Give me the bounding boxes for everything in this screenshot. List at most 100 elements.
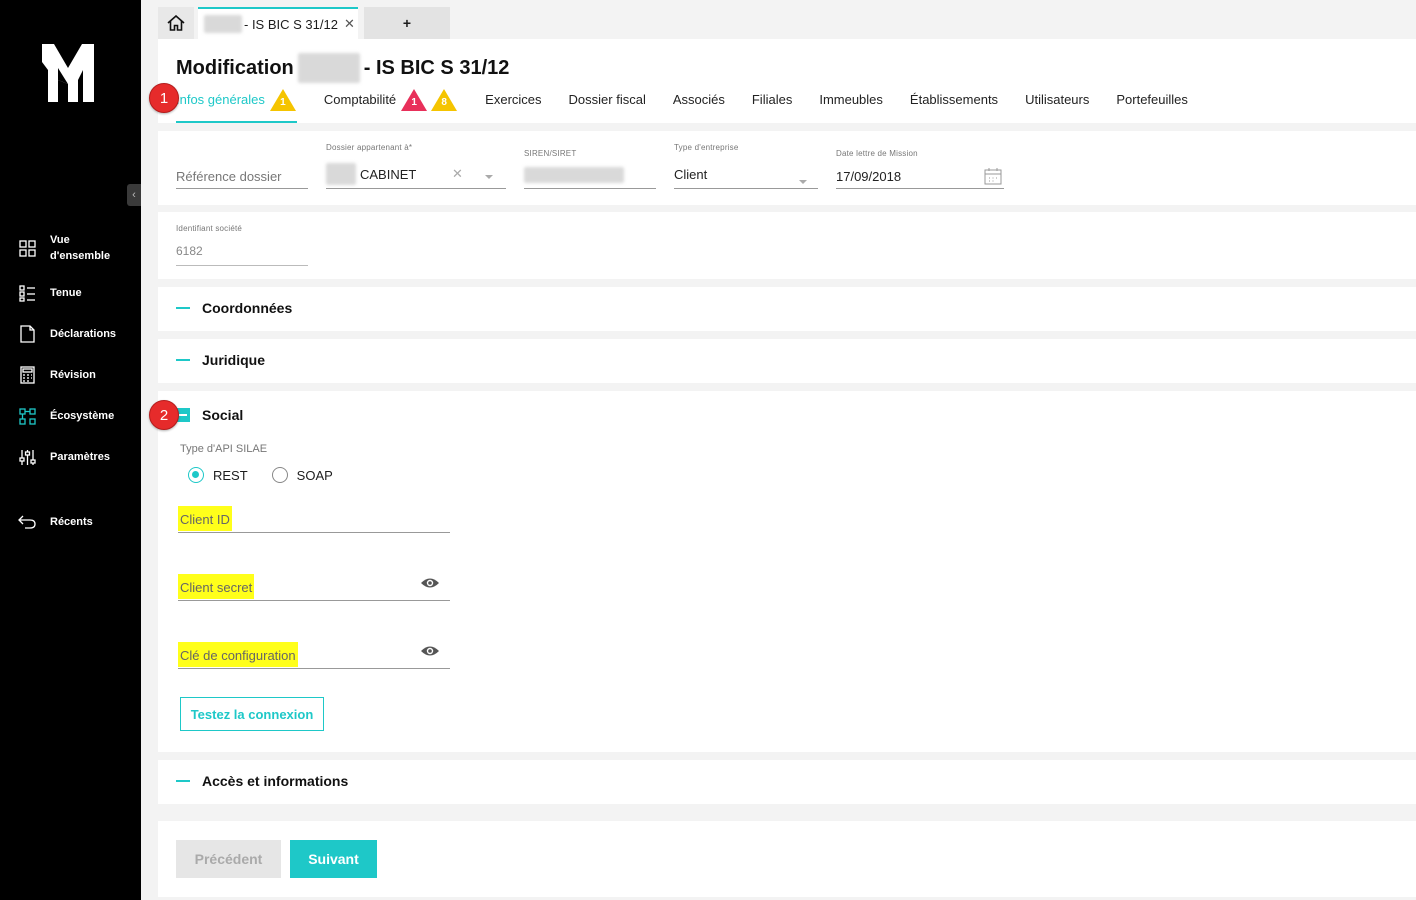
sidebar-item-declarations[interactable]: Déclarations — [18, 325, 130, 343]
tab-etablissements[interactable]: Établissements — [910, 89, 998, 123]
next-button[interactable]: Suivant — [290, 840, 377, 878]
calculator-icon — [18, 366, 36, 384]
radio-rest[interactable]: REST — [188, 467, 248, 483]
redacted-name — [326, 163, 356, 185]
tab-label: Infos générales — [176, 92, 265, 107]
error-icon: 1 — [400, 88, 428, 112]
add-tab-button[interactable]: + — [364, 7, 450, 39]
document-tabs: - IS BIC S 31/12 ✕ + — [158, 7, 450, 39]
warning-count: 8 — [441, 97, 447, 108]
date-lettre-mission-field[interactable]: Date lettre de Mission 17/09/2018 — [836, 149, 1004, 189]
sidebar-item-tenue[interactable]: Tenue — [18, 284, 130, 302]
step-badge-2: 2 — [149, 400, 179, 430]
previous-button[interactable]: Précédent — [176, 840, 281, 878]
sidebar-item-parametres[interactable]: Paramètres — [18, 448, 130, 466]
tab-portefeuilles[interactable]: Portefeuilles — [1116, 89, 1188, 123]
page-title-suffix: - IS BIC S 31/12 — [363, 56, 510, 79]
sidebar-item-vue-ensemble[interactable]: Vue d'ensemble — [18, 232, 130, 264]
section-toggle-social[interactable]: Social — [176, 407, 243, 423]
api-type-label: Type d'API SILAE — [180, 443, 268, 455]
collapse-icon — [176, 780, 190, 782]
page-title: Modification - IS BIC S 31/12 — [176, 53, 509, 83]
sidebar-item-label: Paramètres — [50, 451, 110, 463]
list-icon — [18, 284, 36, 302]
section-title: Social — [202, 407, 244, 423]
client-id-input[interactable]: Client ID — [178, 497, 450, 533]
field-label: Type d'entreprise — [674, 143, 739, 152]
field-label: Date lettre de Mission — [836, 149, 918, 158]
tab-dossier-fiscal[interactable]: Dossier fiscal — [569, 89, 646, 123]
coordonnees-section: Coordonnées — [158, 287, 1416, 331]
app-logo[interactable] — [38, 40, 98, 106]
reference-dossier-placeholder: Référence dossier — [176, 169, 282, 184]
client-secret-placeholder: Client secret — [178, 574, 255, 599]
grid-icon — [18, 239, 36, 257]
sidebar-item-label: Vue d'ensemble — [50, 234, 111, 262]
home-icon — [167, 15, 185, 31]
eye-icon[interactable] — [420, 644, 440, 662]
sidebar-item-ecosysteme[interactable]: Écosystème — [18, 407, 130, 425]
field-label: Identifiant société — [176, 224, 243, 233]
home-tab[interactable] — [158, 7, 194, 39]
section-toggle-acces[interactable]: Accès et informations — [176, 773, 348, 789]
sidebar-item-label: Déclarations — [50, 328, 117, 340]
tab-associes[interactable]: Associés — [673, 89, 725, 123]
field-label: Dossier appartenant à* — [326, 143, 413, 152]
clear-icon[interactable]: ✕ — [452, 166, 463, 182]
identifiant-card: Identifiant société 6182 — [158, 212, 1416, 279]
document-tab-label: - IS BIC S 31/12 — [244, 16, 338, 32]
section-tabs: Infos générales 1 Comptabilité 1 8 Exerc… — [176, 89, 1215, 123]
warning-icon: 1 — [269, 88, 297, 112]
sidebar-collapse-button[interactable]: ‹ — [127, 184, 141, 206]
config-key-input[interactable]: Clé de configuration — [178, 633, 450, 669]
sidebar-item-revision[interactable]: Révision — [18, 366, 130, 384]
radio-indicator — [271, 467, 288, 483]
section-toggle-juridique[interactable]: Juridique — [176, 352, 265, 368]
field-value: 17/09/2018 — [836, 169, 902, 184]
dossier-appartenant-select[interactable]: Dossier appartenant à* CABINET ✕ — [326, 143, 506, 189]
test-connection-button[interactable]: Testez la connexion — [180, 697, 324, 731]
radio-indicator — [188, 467, 204, 483]
document-tab[interactable]: - IS BIC S 31/12 ✕ — [198, 7, 358, 39]
field-value: CABINET — [360, 166, 417, 182]
ecosystem-icon — [18, 407, 36, 425]
sidebar-item-label: Récents — [50, 516, 93, 528]
redacted-name — [297, 53, 360, 83]
tab-comptabilite[interactable]: Comptabilité 1 8 — [324, 89, 458, 123]
chevron-down-icon[interactable] — [484, 167, 494, 185]
acces-section: Accès et informations — [158, 760, 1416, 804]
error-count: 1 — [411, 97, 417, 108]
section-title: Coordonnées — [202, 300, 293, 316]
section-toggle-coordonnees[interactable]: Coordonnées — [176, 300, 292, 316]
section-title: Juridique — [202, 352, 266, 368]
redacted-name — [204, 15, 242, 33]
close-icon[interactable]: ✕ — [344, 16, 355, 32]
siren-siret-field[interactable]: SIREN/SIRET — [524, 149, 656, 189]
section-title: Accès et informations — [202, 773, 349, 789]
radio-label: REST — [213, 467, 248, 483]
page-header: Modification - IS BIC S 31/12 Infos géné… — [158, 39, 1416, 123]
sidebar-item-label: Tenue — [50, 287, 82, 299]
tab-filiales[interactable]: Filiales — [752, 89, 792, 123]
tab-utilisateurs[interactable]: Utilisateurs — [1025, 89, 1089, 123]
client-secret-input[interactable]: Client secret — [178, 565, 450, 601]
calendar-icon[interactable] — [984, 167, 1002, 190]
radio-label: SOAP — [296, 467, 333, 483]
document-icon — [18, 325, 36, 343]
radio-soap[interactable]: SOAP — [271, 467, 333, 483]
sidebar: ‹ Vue d'ensemble Tenue Déclarations Révi… — [0, 0, 141, 900]
tab-infos-generales[interactable]: Infos générales 1 — [176, 89, 297, 123]
field-label: SIREN/SIRET — [524, 149, 577, 158]
redacted-siren — [524, 167, 624, 183]
reference-dossier-field[interactable]: Référence dossier — [176, 153, 308, 189]
client-id-placeholder: Client ID — [178, 506, 232, 531]
type-entreprise-select[interactable]: Type d'entreprise Client — [674, 143, 818, 189]
back-arrow-icon — [18, 513, 36, 531]
sliders-icon — [18, 448, 36, 466]
sidebar-item-label: Révision — [50, 369, 96, 381]
sidebar-item-recents[interactable]: Récents — [18, 513, 130, 531]
tab-immeubles[interactable]: Immeubles — [819, 89, 883, 123]
tab-exercices[interactable]: Exercices — [485, 89, 541, 123]
identifiant-societe-field: Identifiant société 6182 — [176, 224, 308, 266]
eye-icon[interactable] — [420, 576, 440, 594]
